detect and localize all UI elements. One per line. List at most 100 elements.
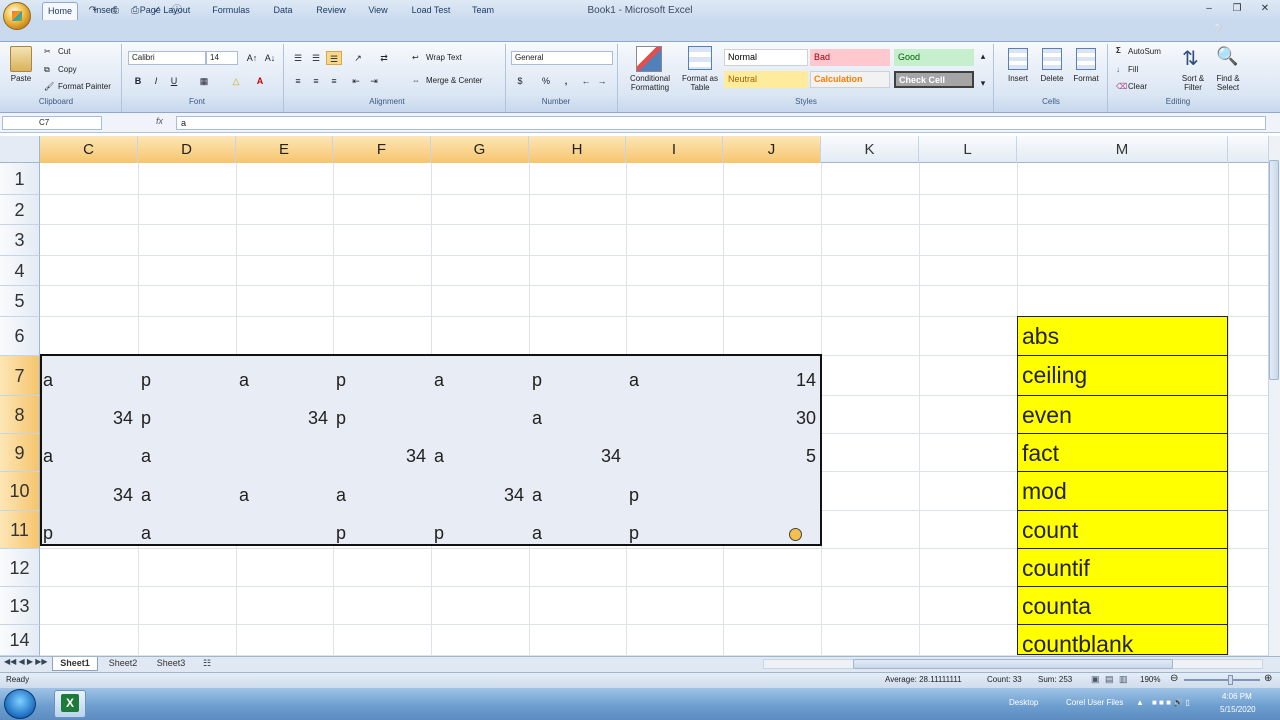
cell-c10[interactable]: 34 bbox=[43, 485, 133, 505]
cell-h7[interactable]: p bbox=[532, 370, 621, 390]
horizontal-scroll-thumb[interactable] bbox=[853, 659, 1173, 669]
function-list-item[interactable]: fact bbox=[1017, 433, 1228, 472]
find-select-button[interactable]: Find & Select bbox=[1210, 74, 1246, 92]
font-size-combo[interactable]: 14 bbox=[206, 51, 238, 65]
clock-time[interactable]: 4:06 PM bbox=[1222, 692, 1252, 701]
cell-h8[interactable]: a bbox=[532, 408, 621, 428]
autosum-icon[interactable]: Σ bbox=[1116, 46, 1121, 55]
fill-color-icon[interactable]: △ bbox=[228, 74, 244, 88]
delete-button[interactable]: Delete bbox=[1036, 74, 1068, 83]
column-header-i[interactable]: I bbox=[626, 136, 723, 163]
cell-g11[interactable]: p bbox=[434, 523, 524, 543]
tray-expand-icon[interactable]: ▲ bbox=[1136, 698, 1144, 707]
merge-center-button[interactable]: Merge & Center bbox=[426, 76, 482, 85]
wrap-text-icon[interactable]: ↩ bbox=[412, 53, 419, 62]
cell-c11[interactable]: p bbox=[43, 523, 133, 543]
vertical-scroll-thumb[interactable] bbox=[1269, 160, 1279, 380]
decrease-indent-icon[interactable]: ⇤ bbox=[348, 74, 364, 88]
cell-e7[interactable]: a bbox=[239, 370, 328, 390]
paste-button[interactable]: Paste bbox=[6, 74, 36, 83]
tab-formulas[interactable]: Formulas bbox=[208, 2, 254, 20]
align-left-icon[interactable]: ≡ bbox=[290, 74, 306, 88]
tab-review[interactable]: Review bbox=[312, 2, 350, 20]
number-format-combo[interactable]: General bbox=[511, 51, 613, 65]
function-list-item[interactable]: countblank bbox=[1017, 624, 1228, 657]
cell-i10[interactable]: p bbox=[629, 485, 718, 505]
column-header-j[interactable]: J bbox=[723, 136, 821, 163]
tab-team[interactable]: Team bbox=[468, 2, 498, 20]
copy-button[interactable]: Copy bbox=[58, 65, 77, 74]
tab-home[interactable]: Home bbox=[42, 2, 78, 20]
styles-scroll-up-icon[interactable]: ▴ bbox=[977, 49, 989, 63]
cell-f11[interactable]: p bbox=[336, 523, 426, 543]
cell-f8[interactable]: p bbox=[336, 408, 426, 428]
font-color-icon[interactable]: A bbox=[252, 74, 268, 88]
style-calculation[interactable]: Calculation bbox=[810, 71, 890, 88]
sheet-tab-sheet3[interactable]: Sheet3 bbox=[148, 657, 194, 671]
page-layout-view-icon[interactable]: ▤ bbox=[1105, 674, 1114, 685]
function-list-item[interactable]: even bbox=[1017, 395, 1228, 434]
cell-h9[interactable]: 34 bbox=[532, 446, 621, 466]
tab-view[interactable]: View bbox=[364, 2, 392, 20]
column-header-k[interactable]: K bbox=[821, 136, 919, 163]
cell-d9[interactable]: a bbox=[141, 446, 231, 466]
styles-more-icon[interactable]: ▾ bbox=[977, 76, 989, 90]
autosum-button[interactable]: AutoSum bbox=[1128, 47, 1161, 56]
zoom-level[interactable]: 190% bbox=[1140, 675, 1160, 684]
format-painter-button[interactable]: Format Painter bbox=[58, 82, 111, 91]
shrink-font-icon[interactable]: A↓ bbox=[262, 51, 278, 65]
format-as-table-button[interactable]: Format as Table bbox=[680, 74, 720, 92]
cell-e8[interactable]: 34 bbox=[239, 408, 328, 428]
row-header-3[interactable]: 3 bbox=[0, 225, 40, 256]
help-icon[interactable]: ❔ bbox=[1212, 25, 1224, 36]
sheet-nav-icon[interactable]: ◀◀ ◀ ▶ ▶▶ bbox=[4, 657, 48, 666]
cell-f7[interactable]: p bbox=[336, 370, 426, 390]
cell-j7[interactable]: 14 bbox=[726, 370, 816, 390]
function-list-item[interactable]: ceiling bbox=[1017, 355, 1228, 396]
cell-e10[interactable]: a bbox=[239, 485, 328, 505]
style-normal[interactable]: Normal bbox=[724, 49, 808, 66]
name-box[interactable]: C7 bbox=[2, 116, 102, 130]
row-header-1[interactable]: 1 bbox=[0, 163, 40, 195]
align-bottom-icon[interactable]: ☰ bbox=[326, 51, 342, 65]
cell-d7[interactable]: p bbox=[141, 370, 231, 390]
function-list-item[interactable]: countif bbox=[1017, 548, 1228, 587]
normal-view-icon[interactable]: ▣ bbox=[1091, 674, 1100, 685]
row-header-4[interactable]: 4 bbox=[0, 256, 40, 286]
delete-cells-icon[interactable] bbox=[1042, 48, 1062, 70]
decrease-decimal-icon[interactable]: → bbox=[594, 74, 610, 88]
cell-d10[interactable]: a bbox=[141, 485, 231, 505]
row-header-5[interactable]: 5 bbox=[0, 286, 40, 317]
row-header-11[interactable]: 11 bbox=[0, 511, 40, 549]
paste-icon[interactable] bbox=[10, 46, 32, 72]
row-header-9[interactable]: 9 bbox=[0, 434, 40, 472]
format-button[interactable]: Format bbox=[1068, 74, 1104, 83]
zoom-in-icon[interactable]: ⊕ bbox=[1264, 673, 1272, 684]
find-select-icon[interactable]: 🔍 bbox=[1216, 46, 1238, 67]
row-header-6[interactable]: 6 bbox=[0, 317, 40, 356]
cell-c8[interactable]: 34 bbox=[43, 408, 133, 428]
tab-load-test[interactable]: Load Test bbox=[406, 2, 456, 20]
minimize-icon[interactable]: – bbox=[1198, 3, 1220, 17]
format-as-table-icon[interactable] bbox=[688, 46, 712, 70]
fill-icon[interactable]: ↓ bbox=[1116, 65, 1120, 74]
column-header-l[interactable]: L bbox=[919, 136, 1017, 163]
cell-d11[interactable]: a bbox=[141, 523, 231, 543]
italic-button[interactable]: I bbox=[148, 74, 164, 88]
fill-button[interactable]: Fill bbox=[1128, 65, 1138, 74]
formula-input[interactable]: a bbox=[176, 116, 1266, 130]
format-painter-icon[interactable]: 🖌 bbox=[44, 82, 54, 91]
restore-icon[interactable]: ❐ bbox=[1226, 3, 1248, 17]
cell-i11[interactable]: p bbox=[629, 523, 718, 543]
wrap-text-button[interactable]: Wrap Text bbox=[426, 53, 462, 62]
style-check-cell[interactable]: Check Cell bbox=[894, 71, 974, 88]
increase-decimal-icon[interactable]: ← bbox=[578, 74, 594, 88]
column-header-d[interactable]: D bbox=[138, 136, 236, 163]
align-right-icon[interactable]: ≡ bbox=[326, 74, 342, 88]
tab-data[interactable]: Data bbox=[268, 2, 298, 20]
text-direction-icon[interactable]: ⇄ bbox=[376, 51, 392, 65]
cut-button[interactable]: Cut bbox=[58, 47, 70, 56]
cell-h11[interactable]: a bbox=[532, 523, 621, 543]
clear-button[interactable]: Clear bbox=[1128, 82, 1147, 91]
function-list-item[interactable]: abs bbox=[1017, 316, 1228, 356]
